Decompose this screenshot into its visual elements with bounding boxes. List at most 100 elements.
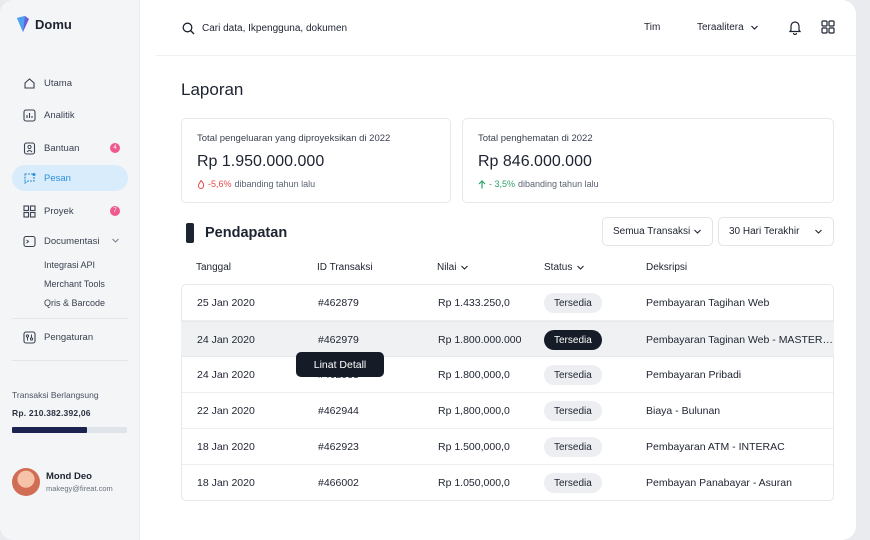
grid-icon <box>22 204 36 218</box>
arrow-up-icon <box>478 179 486 188</box>
column-label: ID Transaksi <box>317 262 373 273</box>
cell-date: 18 Jan 2020 <box>197 477 255 489</box>
sidebar-subitem-merchant-tools[interactable]: Merchant Tools <box>44 279 105 289</box>
brand-name: Domu <box>35 16 72 32</box>
table-row[interactable]: 18 Jan 2020 #466002 Rp 1.050,000,0 Terse… <box>182 465 833 501</box>
cell-id: #462979 <box>318 334 359 346</box>
avatar <box>12 468 40 496</box>
table-row[interactable]: 22 Jan 2020 #462944 Rp 1,800,000,0 Terse… <box>182 393 833 429</box>
sidebar-item-pengaturan[interactable]: Pengaturan <box>12 324 128 350</box>
status-badge: Tersedia <box>544 293 602 313</box>
cell-value: Rp 1.433.250,0 <box>438 297 510 309</box>
cell-id: #462944 <box>318 405 359 417</box>
user-profile[interactable]: Mond Deo makegy@fireat.com <box>12 468 113 496</box>
cell-date: 24 Jan 2020 <box>197 369 255 381</box>
sidebar-item-pesan[interactable]: Pesan <box>12 165 128 191</box>
cell-description: Pembayaran Tagihan Web <box>646 297 770 309</box>
trend-value: - 3,5% <box>489 179 516 189</box>
table-row[interactable]: 24 Jan 2020 #462933 Rp 1.800,000,0 Terse… <box>182 357 833 393</box>
card-value: Rp 1.950.000.000 <box>197 153 325 170</box>
column-header-date[interactable]: Tanggal <box>196 262 231 273</box>
cell-date: 24 Jan 2020 <box>197 334 255 346</box>
cell-description: Biaya - Bulunan <box>646 405 721 417</box>
sidebar-item-label: Pengaturan <box>44 331 94 343</box>
cell-value: Rp 1.050,000,0 <box>438 477 510 489</box>
card-label: Total pengeluaran yang diproyeksikan di … <box>197 133 391 144</box>
trend-text: dibanding tahun lalu <box>518 179 599 189</box>
sidebar-item-label: Documentasi <box>44 235 100 247</box>
transaction-type-select[interactable]: Semua Transaksi <box>602 217 713 246</box>
table-row[interactable]: 18 Jan 2020 #462923 Rp 1.500,000,0 Terse… <box>182 429 833 465</box>
cell-id: #462879 <box>318 297 359 309</box>
account-label: Teraalitera <box>697 22 744 33</box>
card-trend: - 3,5% dibanding tahun lalu <box>478 179 599 189</box>
search-icon <box>182 22 195 35</box>
page-title: Laporan <box>181 80 244 99</box>
help-icon <box>22 141 36 155</box>
sidebar-item-label: Utama <box>44 77 72 89</box>
column-header-description[interactable]: Deksripsi <box>646 262 687 273</box>
column-header-value[interactable]: Nilai <box>437 262 469 273</box>
status-badge: Tersedia <box>544 473 602 493</box>
cell-date: 18 Jan 2020 <box>197 441 255 453</box>
date-range-select[interactable]: 30 Hari Terakhir <box>718 217 834 246</box>
cell-id: #462923 <box>318 441 359 453</box>
select-value: Semua Transaksi <box>613 226 691 237</box>
card-value: Rp 846.000.000 <box>478 153 592 170</box>
trend-text: dibanding tahun lalu <box>234 179 316 189</box>
table-row[interactable]: 25 Jan 2020 #462879 Rp 1.433.250,0 Terse… <box>182 285 833 321</box>
cell-date: 25 Jan 2020 <box>197 297 255 309</box>
sidebar-divider <box>12 318 128 319</box>
sidebar-item-label: Pesan <box>44 172 71 184</box>
sidebar-item-proyek[interactable]: Proyek 7 <box>12 198 128 224</box>
sidebar-subitem-integrasi-api[interactable]: Integrasi API <box>44 260 95 270</box>
sidebar-item-label: Analitik <box>44 109 75 121</box>
user-email: makegy@fireat.com <box>46 484 113 493</box>
transactions-table: 25 Jan 2020 #462879 Rp 1.433.250,0 Terse… <box>181 284 834 501</box>
cell-description: Pembayaran Taginan Web - MASTER… <box>646 334 833 346</box>
bell-icon[interactable] <box>788 20 802 35</box>
flame-down-icon <box>197 179 205 189</box>
team-link[interactable]: Tim <box>644 22 660 33</box>
view-detail-tooltip[interactable]: Linat Detall <box>296 352 384 377</box>
chevron-down-icon <box>750 25 758 30</box>
user-name: Mond Deo <box>46 471 92 482</box>
sidebar-item-bantuan[interactable]: Bantuan 4 <box>12 135 128 161</box>
chevron-down-icon[interactable] <box>111 236 120 245</box>
column-label: Status <box>544 262 573 273</box>
search-input[interactable] <box>202 20 462 36</box>
notification-badge: 4 <box>110 143 120 153</box>
column-header-status[interactable]: Status <box>544 262 585 273</box>
brand-logo[interactable]: Domu <box>16 16 72 32</box>
top-bar: Tim Teraalitera <box>156 0 856 56</box>
logo-icon <box>17 16 29 32</box>
apps-grid-icon[interactable] <box>821 20 835 34</box>
select-value: 30 Hari Terakhir <box>729 226 800 237</box>
cell-value: Rp 1,800,000,0 <box>438 405 510 417</box>
column-label: Tanggal <box>196 262 232 273</box>
terminal-icon <box>22 234 36 248</box>
transaction-progress-fill <box>12 427 87 433</box>
transaction-label: Transaksi Berlangsung <box>12 390 99 400</box>
column-label: Nilai <box>437 262 457 273</box>
sidebar-divider <box>12 360 128 361</box>
column-header-id[interactable]: ID Transaksi <box>317 262 373 273</box>
cell-description: Pembayan Panabayar - Asuran <box>646 477 792 489</box>
table-row[interactable]: 24 Jan 2020 #462979 Rp 1.800.000.000 Ter… <box>181 321 834 357</box>
notification-badge: 7 <box>110 206 120 216</box>
status-badge: Tersedia <box>544 330 602 350</box>
section-marker <box>186 223 194 243</box>
transaction-progress <box>12 427 127 433</box>
sort-chevron-icon <box>577 265 585 270</box>
sidebar-item-analitik[interactable]: Analitik <box>12 102 128 128</box>
chevron-down-icon <box>815 229 822 234</box>
cell-value: Rp 1.800,000,0 <box>438 369 510 381</box>
card-trend: -5,6% dibanding tahun lalu <box>197 179 315 189</box>
transaction-value: Rp. 210.382.392,06 <box>12 408 91 418</box>
sidebar-item-utama[interactable]: Utama <box>12 70 128 96</box>
sidebar-item-documentasi[interactable]: Documentasi <box>12 228 128 254</box>
account-dropdown[interactable]: Teraalitera <box>697 22 759 33</box>
sort-chevron-icon <box>461 265 469 270</box>
app-window: Domu Utama Analitik Bantuan 4 Pesan Proy… <box>0 0 856 540</box>
sidebar-subitem-qris-barcode[interactable]: Qris & Barcode <box>44 298 105 308</box>
